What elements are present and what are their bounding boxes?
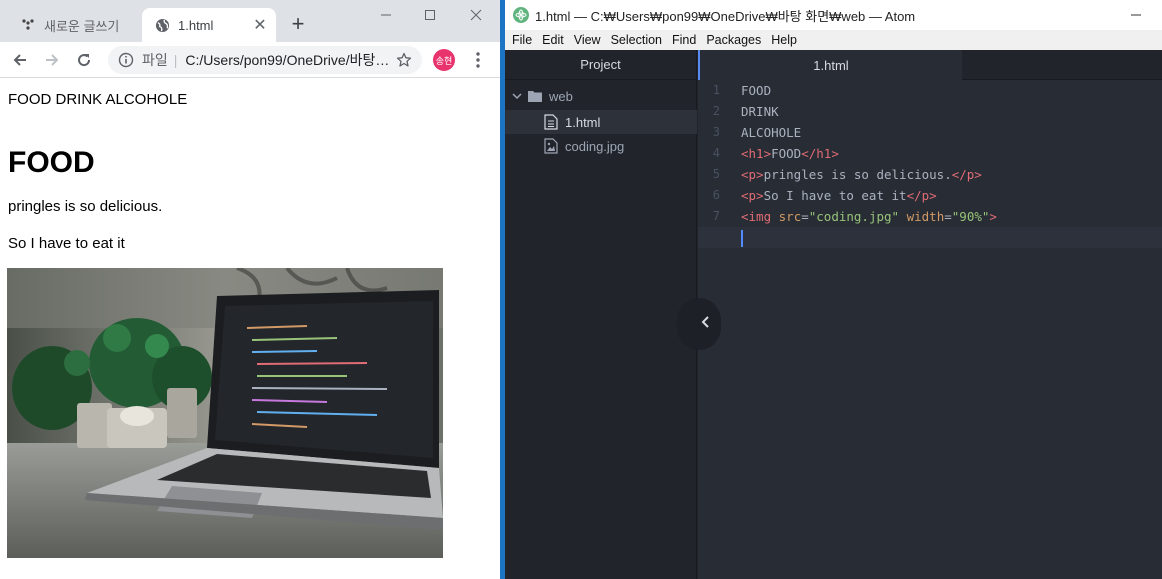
tree-file-1-html[interactable]: 1.html	[505, 110, 697, 134]
laptop-photo	[7, 268, 443, 558]
star-icon[interactable]	[392, 48, 416, 72]
token-text: So I have to eat it	[763, 188, 907, 203]
token-tag: </p>	[906, 188, 937, 203]
tab-inactive-title: 새로운 글쓰기	[44, 18, 120, 34]
text-cursor	[741, 230, 743, 247]
globe-icon	[154, 17, 170, 33]
body-text: FOOD DRINK ALCOHOLE	[8, 91, 188, 108]
dots-favicon-icon	[20, 17, 36, 33]
code-line-6[interactable]: <p>So I have to eat it</p>	[741, 185, 1162, 206]
menu-packages[interactable]: Packages	[701, 33, 766, 47]
token-tag: </p>	[951, 167, 982, 182]
file-text-icon	[543, 114, 559, 130]
tree-folder-web[interactable]: web	[505, 84, 697, 108]
line-number: 5	[712, 167, 720, 181]
menu-file[interactable]: File	[507, 33, 537, 47]
token-eq: =	[944, 209, 952, 224]
info-icon[interactable]	[116, 50, 136, 70]
token-eq: =	[801, 209, 809, 224]
tree-view: Project web 1.html coding.jpg	[505, 50, 697, 579]
code-line-1[interactable]: FOOD	[741, 80, 1162, 101]
chevron-down-icon	[511, 88, 523, 104]
atom-logo-icon	[513, 7, 529, 23]
scheme-label: 파일	[142, 52, 168, 68]
web-page-content: FOOD DRINK ALCOHOLE FOOD pringles is so …	[0, 79, 500, 579]
kebab-menu-icon[interactable]	[466, 46, 490, 74]
token-attr: src	[778, 209, 802, 224]
tab-active[interactable]: 1.html ✕	[142, 8, 276, 42]
atom-minimize-icon[interactable]	[1130, 6, 1142, 22]
page-heading: FOOD	[8, 146, 95, 179]
tree-collapse-handle[interactable]	[677, 298, 721, 350]
token-tag: >	[989, 209, 997, 224]
tree-file-label: coding.jpg	[565, 138, 625, 154]
paragraph-1: pringles is so delicious.	[8, 198, 163, 215]
menu-find[interactable]: Find	[667, 33, 701, 47]
maximize-icon[interactable]	[408, 0, 452, 30]
line-number: 4	[712, 146, 720, 160]
new-tab-button[interactable]: +	[285, 12, 311, 38]
line-number: 1	[712, 83, 720, 97]
token-attr: width	[906, 209, 945, 224]
token-tag: <h1>	[741, 146, 772, 161]
profile-avatar[interactable]: 송현	[433, 49, 455, 71]
token-text: pringles is so delicious.	[763, 167, 952, 182]
code-line-4[interactable]: <h1>FOOD</h1>	[741, 143, 1162, 164]
code-area[interactable]: FOOD DRINK ALCOHOLE <h1>FOOD</h1> <p>pri…	[698, 80, 1162, 248]
editor-tab-bar: 1.html	[698, 50, 1162, 80]
folder-icon	[527, 88, 543, 104]
atom-window-title: 1.html — C:₩Users₩pon99₩OneDrive₩바탕 화면₩w…	[535, 8, 916, 24]
code-line-5[interactable]: <p>pringles is so delicious.</p>	[741, 164, 1162, 185]
browser-toolbar: 파일 | C:/Users/pon99/OneDrive/바탕 화면/web/1…	[0, 42, 500, 78]
line-number: 7	[712, 209, 720, 223]
token-tag: </h1>	[801, 146, 839, 161]
chevron-left-icon	[701, 315, 711, 333]
tab-inactive[interactable]: 새로운 글쓰기	[10, 8, 140, 42]
line-number: 2	[712, 104, 720, 118]
address-bar[interactable]: 파일 | C:/Users/pon99/OneDrive/바탕 화면/web/1…	[108, 46, 422, 74]
tree-file-label: 1.html	[565, 114, 601, 130]
reload-icon[interactable]	[70, 46, 98, 74]
token-text: FOOD	[771, 146, 802, 161]
token-tag: <p>	[741, 188, 764, 203]
tab-close-icon[interactable]: ✕	[250, 15, 270, 35]
token-tag: <p>	[741, 167, 764, 182]
chrome-window: 새로운 글쓰기 1.html ✕ + 파일 | C:/Users/pon99/O…	[0, 0, 500, 579]
token-tag: <img	[741, 209, 772, 224]
back-arrow-icon[interactable]	[6, 46, 34, 74]
line-number-gutter: 1 2 3 4 5 6 7 8	[698, 80, 732, 248]
code-line-8-current[interactable]	[698, 227, 1162, 248]
paragraph-2: So I have to eat it	[8, 235, 125, 252]
tree-view-header[interactable]: Project	[505, 50, 696, 80]
editor-tab-1-html[interactable]: 1.html	[698, 50, 962, 80]
url-text[interactable]: C:/Users/pon99/OneDrive/바탕 화면/web/1.html	[185, 50, 392, 70]
code-line-7[interactable]: <img src="coding.jpg" width="90%">	[741, 206, 1162, 227]
tab-strip: 새로운 글쓰기 1.html ✕ +	[0, 0, 500, 42]
minimize-icon[interactable]	[364, 0, 408, 30]
file-media-icon	[543, 138, 559, 154]
menu-help[interactable]: Help	[766, 33, 802, 47]
atom-title-bar: 1.html — C:₩Users₩pon99₩OneDrive₩바탕 화면₩w…	[505, 0, 1162, 30]
tab-active-title: 1.html	[178, 17, 214, 33]
atom-menu-bar: File Edit View Selection Find Packages H…	[505, 30, 1162, 50]
atom-window: 1.html — C:₩Users₩pon99₩OneDrive₩바탕 화면₩w…	[505, 0, 1162, 579]
forward-arrow-icon[interactable]	[38, 46, 66, 74]
line-number: 3	[712, 125, 720, 139]
tree-folder-label: web	[549, 88, 573, 104]
line-number: 6	[712, 188, 720, 202]
code-line-3[interactable]: ALCOHOLE	[741, 122, 1162, 143]
menu-selection[interactable]: Selection	[606, 33, 667, 47]
text-editor[interactable]: 1.html 1 2 3 4 5 6 7 8 FOOD DRINK ALCOHO…	[698, 50, 1162, 579]
token-string: "90%"	[951, 209, 990, 224]
tree-file-coding-jpg[interactable]: coding.jpg	[505, 134, 697, 158]
token-string: "coding.jpg"	[808, 209, 900, 224]
omnibox-separator: |	[173, 52, 178, 68]
menu-edit[interactable]: Edit	[537, 33, 569, 47]
close-window-icon[interactable]	[454, 0, 498, 30]
code-line-2[interactable]: DRINK	[741, 101, 1162, 122]
menu-view[interactable]: View	[569, 33, 606, 47]
